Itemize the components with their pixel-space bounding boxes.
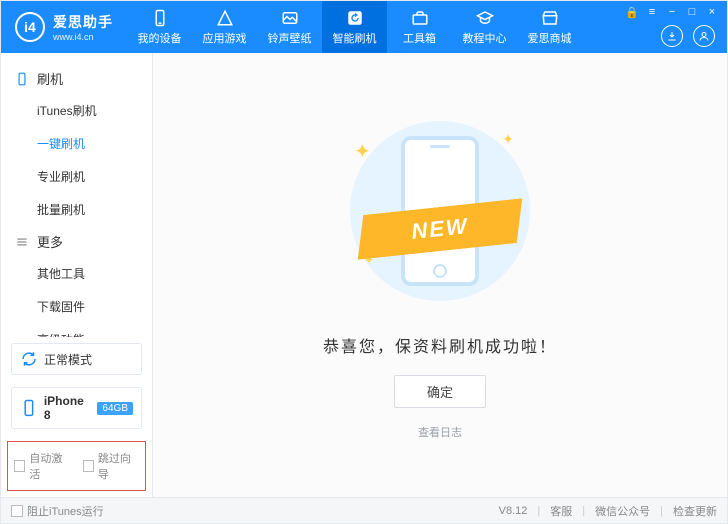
- nav-label: 工具箱: [403, 30, 436, 46]
- toolbox-icon: [410, 8, 430, 28]
- star-icon: ✦: [502, 131, 514, 148]
- sidebar-item-itunes-flash[interactable]: iTunes刷机: [37, 94, 152, 127]
- sidebar: 刷机 iTunes刷机 一键刷机 专业刷机 批量刷机 更多 其他工具 下载固件 …: [1, 53, 153, 497]
- check-update-link[interactable]: 检查更新: [673, 503, 717, 519]
- sidebar-item-oneclick-flash[interactable]: 一键刷机: [37, 127, 152, 160]
- checkbox-label: 阻止iTunes运行: [27, 503, 104, 519]
- phone-icon: [20, 399, 38, 417]
- success-illustration: ✦ ✦ ✦ NEW: [340, 111, 540, 311]
- section-title: 刷机: [37, 69, 63, 88]
- nav-label: 应用游戏: [203, 30, 247, 46]
- app-window: i4 爱思助手 www.i4.cn 我的设备 应用游戏 铃声壁纸 智能刷机: [0, 0, 728, 524]
- checkbox-block-itunes[interactable]: 阻止iTunes运行: [11, 503, 104, 519]
- nav-label: 智能刷机: [333, 30, 377, 46]
- apps-icon: [215, 8, 235, 28]
- logo-mark: i4: [15, 12, 45, 42]
- ok-button[interactable]: 确定: [394, 375, 486, 408]
- sidebar-item-other-tools[interactable]: 其他工具: [37, 257, 152, 290]
- list-icon: [15, 235, 29, 249]
- support-link[interactable]: 客服: [550, 503, 572, 519]
- sidebar-item-download-fw[interactable]: 下载固件: [37, 290, 152, 323]
- nav-ringtones[interactable]: 铃声壁纸: [257, 1, 322, 53]
- nav-store[interactable]: 爱思商城: [517, 1, 582, 53]
- checkbox-icon: [11, 505, 23, 517]
- nav-my-device[interactable]: 我的设备: [127, 1, 192, 53]
- checkbox-label: 跳过向导: [98, 450, 139, 482]
- window-controls: 🔒 ≡ − □ ×: [625, 5, 719, 19]
- section-more[interactable]: 更多: [1, 226, 152, 257]
- storage-badge: 64GB: [97, 402, 133, 415]
- wechat-link[interactable]: 微信公众号: [595, 503, 650, 519]
- checkbox-auto-activate[interactable]: 自动激活: [14, 450, 71, 482]
- checkbox-skip-guide[interactable]: 跳过向导: [83, 450, 140, 482]
- sidebar-item-advanced[interactable]: 高级功能: [37, 323, 152, 337]
- section-flash[interactable]: 刷机: [1, 63, 152, 94]
- nav-tutorials[interactable]: 教程中心: [452, 1, 517, 53]
- phone-icon: [15, 72, 29, 86]
- mode-label: 正常模式: [44, 351, 92, 368]
- refresh-icon: [20, 350, 38, 368]
- refresh-icon: [345, 8, 365, 28]
- graduation-icon: [475, 8, 495, 28]
- bottom-options-highlight: 自动激活 跳过向导: [7, 441, 146, 491]
- nav-label: 我的设备: [138, 30, 182, 46]
- sidebar-item-batch-flash[interactable]: 批量刷机: [37, 193, 152, 226]
- nav-label: 铃声壁纸: [268, 30, 312, 46]
- logo: i4 爱思助手 www.i4.cn: [1, 12, 127, 42]
- status-bar: 阻止iTunes运行 V8.12 | 客服 | 微信公众号 | 检查更新: [1, 497, 727, 523]
- nav-label: 教程中心: [463, 30, 507, 46]
- success-message: 恭喜您，保资料刷机成功啦！: [323, 333, 557, 357]
- app-url: www.i4.cn: [53, 32, 113, 42]
- checkbox-icon: [14, 460, 25, 472]
- top-nav: 我的设备 应用游戏 铃声壁纸 智能刷机 工具箱 教程中心: [127, 1, 582, 53]
- nav-label: 爱思商城: [528, 30, 572, 46]
- phone-icon: [150, 8, 170, 28]
- nav-toolbox[interactable]: 工具箱: [387, 1, 452, 53]
- app-title: 爱思助手: [53, 12, 113, 32]
- nav-apps[interactable]: 应用游戏: [192, 1, 257, 53]
- sidebar-item-pro-flash[interactable]: 专业刷机: [37, 160, 152, 193]
- main-panel: ✦ ✦ ✦ NEW 恭喜您，保资料刷机成功啦！ 确定 查看日志: [153, 53, 727, 497]
- nav-smart-flash[interactable]: 智能刷机: [322, 1, 387, 53]
- minimize-icon[interactable]: −: [665, 5, 679, 19]
- store-icon: [540, 8, 560, 28]
- header-right: [661, 25, 715, 47]
- checkbox-icon: [83, 460, 94, 472]
- checkbox-label: 自动激活: [29, 450, 70, 482]
- version-label: V8.12: [499, 505, 528, 517]
- header: i4 爱思助手 www.i4.cn 我的设备 应用游戏 铃声壁纸 智能刷机: [1, 1, 727, 53]
- star-icon: ✦: [354, 139, 371, 164]
- device-name: iPhone 8: [44, 394, 94, 422]
- section-title: 更多: [37, 232, 63, 251]
- mode-box[interactable]: 正常模式: [11, 343, 142, 375]
- device-box[interactable]: iPhone 8 64GB: [11, 387, 142, 429]
- download-button[interactable]: [661, 25, 683, 47]
- user-button[interactable]: [693, 25, 715, 47]
- menu-icon[interactable]: ≡: [645, 5, 659, 19]
- view-log-link[interactable]: 查看日志: [418, 424, 462, 440]
- image-icon: [280, 8, 300, 28]
- body: 刷机 iTunes刷机 一键刷机 专业刷机 批量刷机 更多 其他工具 下载固件 …: [1, 53, 727, 497]
- lock-icon[interactable]: 🔒: [625, 5, 639, 19]
- maximize-icon[interactable]: □: [685, 5, 699, 19]
- close-icon[interactable]: ×: [705, 5, 719, 19]
